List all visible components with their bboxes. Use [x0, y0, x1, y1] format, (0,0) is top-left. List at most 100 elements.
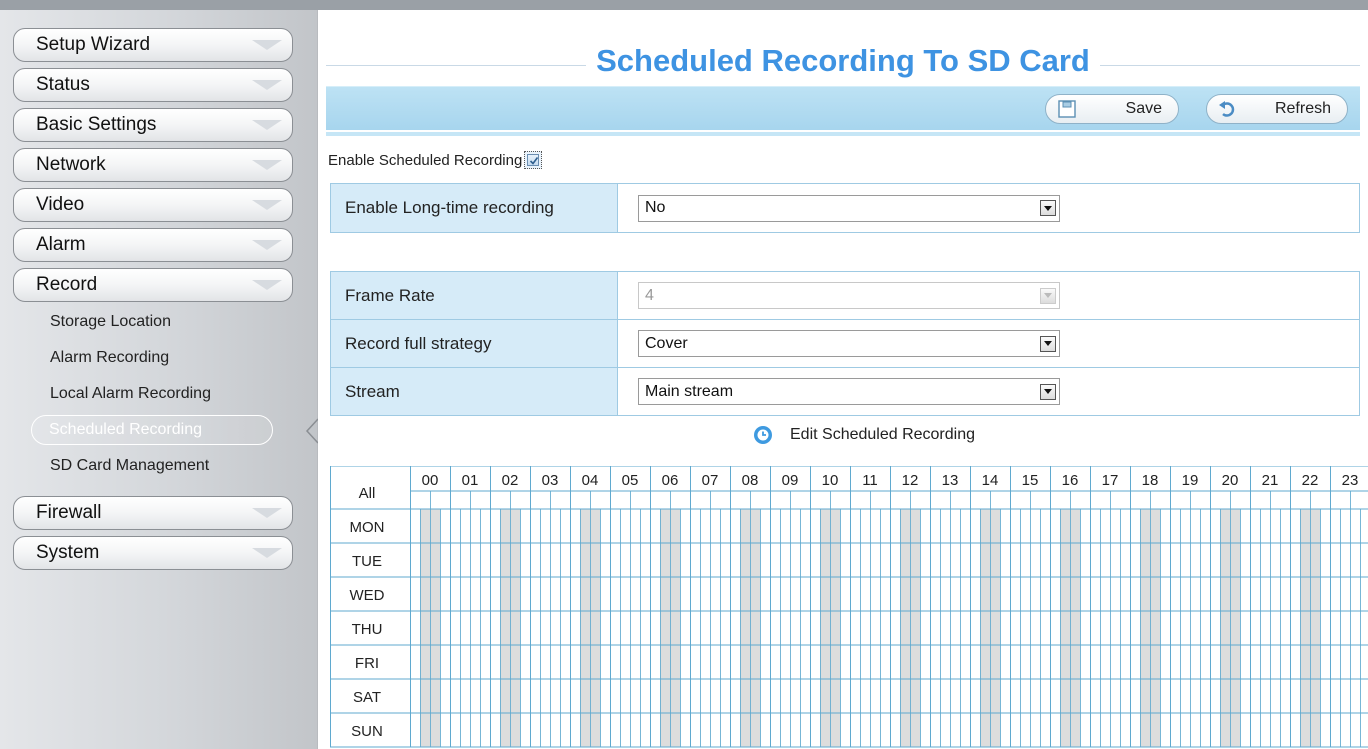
submenu-local-alarm-recording[interactable]: Local Alarm Recording: [13, 376, 293, 412]
edit-scheduled-recording-label: Edit Scheduled Recording: [790, 426, 976, 443]
day-label[interactable]: TUE: [352, 553, 382, 570]
stream-select[interactable]: Main stream: [638, 378, 1060, 405]
menu-video[interactable]: Video: [13, 188, 293, 222]
submenu-storage-location[interactable]: Storage Location: [13, 304, 293, 340]
refresh-icon: [1219, 101, 1235, 117]
dropdown-arrow-icon: [1040, 383, 1056, 400]
record-full-row: Record full strategy Cover: [331, 320, 1359, 368]
record-full-label: Record full strategy: [331, 320, 618, 367]
hour-label[interactable]: 19: [1182, 472, 1199, 489]
day-label[interactable]: WED: [350, 587, 385, 604]
sidebar: Setup Wizard Status Basic Settings Netwo…: [0, 0, 319, 749]
menu-label: Status: [36, 74, 90, 95]
day-label[interactable]: SAT: [353, 689, 381, 706]
dropdown-arrow-icon: [1040, 335, 1056, 352]
menu-label: Alarm: [36, 234, 86, 255]
hour-label[interactable]: 20: [1222, 472, 1239, 489]
active-pointer-icon: [305, 418, 319, 444]
chevron-down-icon: [252, 548, 282, 558]
chevron-down-icon: [252, 160, 282, 170]
hour-label[interactable]: 05: [622, 472, 639, 489]
enable-scheduled-recording-row: Enable Scheduled Recording: [328, 151, 543, 169]
hour-label[interactable]: 10: [822, 472, 839, 489]
record-full-select[interactable]: Cover: [638, 330, 1060, 357]
menu-system[interactable]: System: [13, 536, 293, 570]
hour-label[interactable]: 12: [902, 472, 919, 489]
menu-label: Record: [36, 274, 98, 295]
hour-label[interactable]: 17: [1102, 472, 1119, 489]
hour-label[interactable]: 01: [462, 472, 479, 489]
chevron-down-icon: [252, 120, 282, 130]
hour-label[interactable]: 08: [742, 472, 759, 489]
sidebar-menu: Setup Wizard Status Basic Settings Netwo…: [13, 28, 293, 576]
hour-label[interactable]: 22: [1302, 472, 1319, 489]
hour-label[interactable]: 14: [982, 472, 999, 489]
edit-scheduled-recording-link[interactable]: Edit Scheduled Recording: [753, 425, 975, 445]
stream-row: Stream Main stream: [331, 368, 1359, 415]
submenu-alarm-recording[interactable]: Alarm Recording: [13, 340, 293, 376]
submenu-sd-card-management[interactable]: SD Card Management: [13, 448, 293, 484]
long-time-select[interactable]: No: [638, 194, 1060, 222]
hour-label[interactable]: 13: [942, 472, 959, 489]
toolbar: Save Refresh: [326, 86, 1360, 136]
submenu-scheduled-recording[interactable]: Scheduled Recording: [31, 415, 273, 445]
menu-firewall[interactable]: Firewall: [13, 496, 293, 530]
page-title: Scheduled Recording To SD Card: [318, 43, 1368, 79]
record-submenu: Storage Location Alarm Recording Local A…: [13, 304, 293, 484]
chevron-down-icon: [252, 508, 282, 518]
save-button[interactable]: Save: [1045, 94, 1179, 124]
menu-status[interactable]: Status: [13, 68, 293, 102]
day-label[interactable]: SUN: [351, 723, 383, 740]
hour-label[interactable]: 07: [702, 472, 719, 489]
chevron-down-icon: [252, 80, 282, 90]
menu-label: Setup Wizard: [36, 34, 151, 55]
record-full-value: Cover: [645, 334, 688, 352]
frame-rate-row: Frame Rate 4: [331, 272, 1359, 320]
frame-rate-value: 4: [645, 286, 654, 304]
long-time-row: Enable Long-time recording No: [331, 184, 1359, 232]
hour-label[interactable]: 16: [1062, 472, 1079, 489]
enable-scheduled-recording-checkbox[interactable]: [524, 151, 543, 169]
hour-label[interactable]: 09: [782, 472, 799, 489]
chevron-down-icon: [252, 280, 282, 290]
hour-label[interactable]: 03: [542, 472, 559, 489]
hour-label[interactable]: 02: [502, 472, 519, 489]
schedule-grid[interactable]: 00 01 02 03 04 05 06 07 08 09 10 11 12 13 14 15 16 17 18 19…: [330, 466, 1368, 749]
hour-label[interactable]: 04: [582, 472, 599, 489]
frame-rate-cell: 4: [618, 272, 1359, 319]
select-all-label[interactable]: All: [359, 485, 376, 502]
menu-label: Network: [36, 154, 106, 175]
dropdown-arrow-icon: [1040, 287, 1056, 304]
menu-label: Firewall: [36, 502, 102, 523]
hour-label[interactable]: 15: [1022, 472, 1039, 489]
frame-rate-label: Frame Rate: [331, 272, 618, 319]
schedule-grid-svg[interactable]: 00 01 02 03 04 05 06 07 08 09 10 11 12 13 14 15 16 17 18 19…: [330, 466, 1368, 749]
hour-label[interactable]: 18: [1142, 472, 1159, 489]
hour-label[interactable]: 21: [1262, 472, 1279, 489]
enable-scheduled-recording-label: Enable Scheduled Recording: [328, 151, 523, 169]
chevron-down-icon: [252, 40, 282, 50]
long-time-cell: No: [618, 184, 1359, 232]
hour-label[interactable]: 23: [1342, 472, 1359, 489]
hour-label[interactable]: 11: [862, 472, 878, 489]
dropdown-arrow-icon: [1040, 200, 1056, 216]
refresh-button[interactable]: Refresh: [1206, 94, 1348, 124]
day-label[interactable]: FRI: [355, 655, 379, 672]
hour-label[interactable]: 00: [422, 472, 439, 489]
stream-label: Stream: [331, 368, 618, 415]
menu-record[interactable]: Record: [13, 268, 293, 302]
clock-icon: [754, 426, 772, 444]
main-content: Scheduled Recording To SD Card Save Refr…: [318, 0, 1368, 749]
menu-basic-settings[interactable]: Basic Settings: [13, 108, 293, 142]
menu-network[interactable]: Network: [13, 148, 293, 182]
day-label[interactable]: THU: [352, 621, 383, 638]
chevron-down-icon: [252, 200, 282, 210]
checkmark-icon: [527, 154, 540, 166]
hour-label[interactable]: 06: [662, 472, 679, 489]
long-time-table: Enable Long-time recording No: [330, 183, 1360, 233]
menu-alarm[interactable]: Alarm: [13, 228, 293, 262]
day-label[interactable]: MON: [350, 519, 385, 536]
record-full-cell: Cover: [618, 320, 1359, 367]
menu-setup-wizard[interactable]: Setup Wizard: [13, 28, 293, 62]
frame-rate-select: 4: [638, 282, 1060, 309]
